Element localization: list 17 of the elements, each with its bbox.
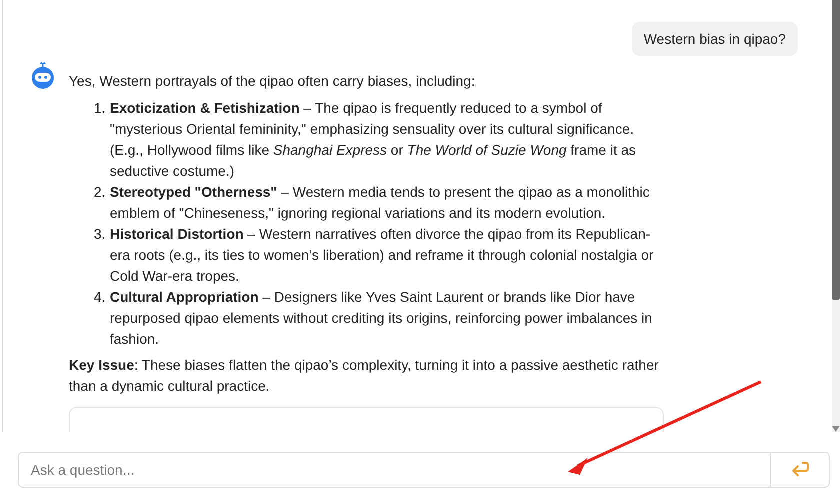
list-item-text: Exoticization & Fetishization – The qipao is frequently reduced to a symbol of "mysterious Oriental femininity," emphasizing sensuality over its cultural significance. (E.g., Hollywood films like Shanghai Express or The World of Suzie Wong frame it as seductive costume.) — [110, 99, 638, 181]
list-number: 3. — [94, 225, 107, 244]
list-item-text: Historical Distortion – Western narratives often divorce the qipao from its Republican-era roots (e.g., its ties to women’s liberation) and reframe it through colonial nostalgia or Cold War-era tropes. — [110, 225, 655, 286]
key-issue-text: Key Issue: These biases flatten the qipao’s complexity, turning it into a passive aesthetic rather than a dynamic cultural practice. — [69, 356, 660, 396]
robot-avatar-icon — [31, 61, 55, 89]
list-number: 1. — [94, 99, 107, 118]
list-item-text: Cultural Appropriation – Designers like Yves Saint Laurent or brands like Dior have repurposed qipao elements without crediting its origins, reinforcing power imbalances in fashion. — [110, 288, 654, 349]
list-number: 4. — [94, 288, 107, 307]
list-number: 2. — [94, 183, 107, 202]
answer-intro: Yes, Western portrayals of the qipao often carry biases, including: — [69, 72, 476, 91]
scrollbar[interactable] — [832, 0, 840, 432]
scroll-down-icon[interactable] — [832, 426, 840, 432]
send-button[interactable] — [771, 452, 830, 488]
list-item-text: Stereotyped "Otherness" – Western media tends to present the qipao as a monolithic emblem of "Chineseness," ignoring regional variations and its modern evolution. — [110, 183, 651, 223]
question-input-field[interactable]: Ask a question... — [19, 453, 770, 487]
return-arrow-icon — [790, 462, 810, 478]
user-message: Western bias in qipao? — [632, 22, 798, 56]
